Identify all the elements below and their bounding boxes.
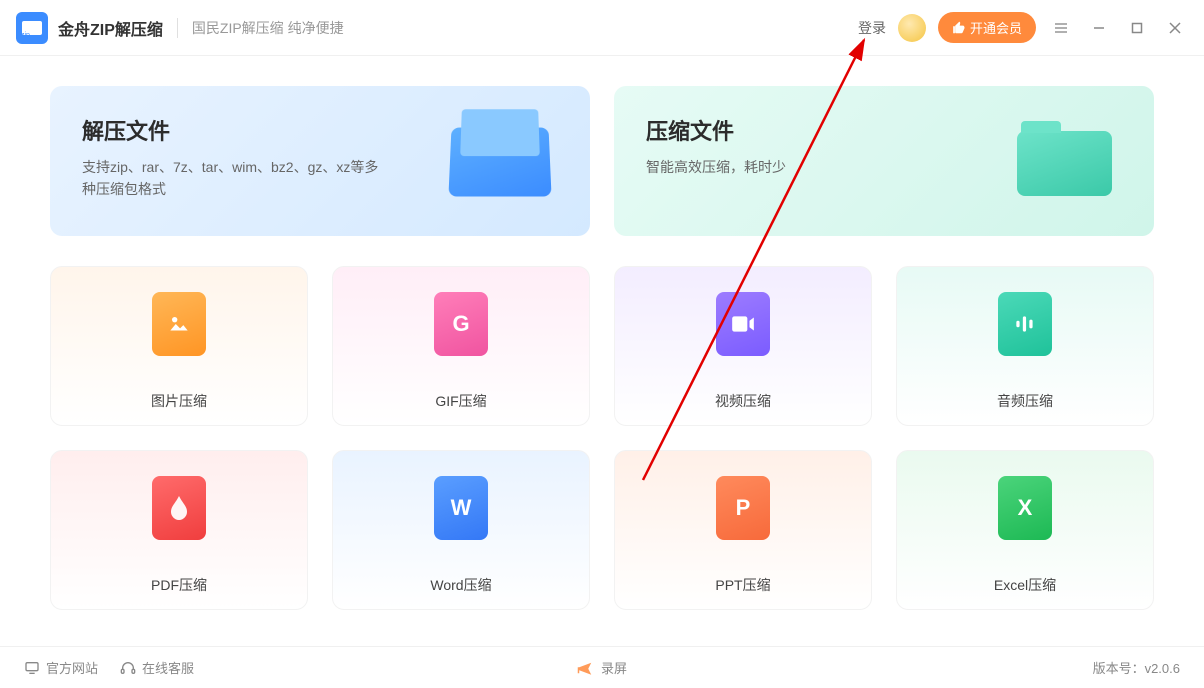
minimize-icon[interactable] (1086, 15, 1112, 41)
version-text: 版本号：v2.0.6 (1093, 658, 1180, 677)
vip-button[interactable]: 开通会员 (938, 12, 1036, 43)
record-link[interactable]: 录屏 (577, 658, 627, 677)
menu-icon[interactable] (1048, 15, 1074, 41)
compress-desc: 智能高效压缩，耗时少 (646, 156, 946, 178)
gif-file-icon: G (434, 292, 488, 356)
excel-compress-label: Excel压缩 (994, 563, 1056, 607)
thumbs-up-icon (952, 21, 966, 35)
compress-card[interactable]: 压缩文件 智能高效压缩，耗时少 (614, 86, 1154, 236)
app-logo-icon (16, 12, 48, 44)
website-label: 官方网站 (46, 658, 98, 677)
app-subtitle: 国民ZIP解压缩 纯净便捷 (177, 18, 344, 38)
monitor-icon (24, 660, 40, 676)
pdf-file-icon (152, 476, 206, 540)
headset-icon (120, 660, 136, 676)
main-content: 解压文件 支持zip、rar、7z、tar、wim、bz2、gz、xz等多种压缩… (0, 56, 1204, 610)
word-file-icon: W (434, 476, 488, 540)
ppt-file-icon: P (716, 476, 770, 540)
archive-box-icon (440, 106, 560, 216)
audio-compress-card[interactable]: 音频压缩 (896, 266, 1154, 426)
gif-compress-label: GIF压缩 (435, 379, 486, 423)
pdf-compress-label: PDF压缩 (151, 563, 207, 607)
gif-compress-card[interactable]: G GIF压缩 (332, 266, 590, 426)
login-link[interactable]: 登录 (858, 18, 886, 38)
vip-label: 开通会员 (970, 18, 1022, 37)
record-icon (577, 659, 595, 677)
pdf-compress-card[interactable]: PDF压缩 (50, 450, 308, 610)
ppt-compress-label: PPT压缩 (715, 563, 770, 607)
ppt-compress-card[interactable]: P PPT压缩 (614, 450, 872, 610)
word-compress-label: Word压缩 (430, 563, 491, 607)
maximize-icon[interactable] (1124, 15, 1150, 41)
word-compress-card[interactable]: W Word压缩 (332, 450, 590, 610)
video-file-icon (716, 292, 770, 356)
folder-icon (1004, 106, 1124, 216)
image-compress-label: 图片压缩 (151, 379, 207, 423)
support-link[interactable]: 在线客服 (120, 658, 194, 677)
excel-compress-card[interactable]: X Excel压缩 (896, 450, 1154, 610)
avatar-icon[interactable] (898, 14, 926, 42)
audio-file-icon (998, 292, 1052, 356)
close-icon[interactable] (1162, 15, 1188, 41)
website-link[interactable]: 官方网站 (24, 658, 98, 677)
record-label: 录屏 (601, 658, 627, 677)
excel-file-icon: X (998, 476, 1052, 540)
app-title: 金舟ZIP解压缩 (58, 16, 163, 40)
image-compress-card[interactable]: 图片压缩 (50, 266, 308, 426)
audio-compress-label: 音频压缩 (997, 379, 1053, 423)
footer: 官方网站 在线客服 录屏 版本号：v2.0.6 (0, 646, 1204, 688)
decompress-desc: 支持zip、rar、7z、tar、wim、bz2、gz、xz等多种压缩包格式 (82, 156, 382, 201)
titlebar: 金舟ZIP解压缩 国民ZIP解压缩 纯净便捷 登录 开通会员 (0, 0, 1204, 56)
decompress-card[interactable]: 解压文件 支持zip、rar、7z、tar、wim、bz2、gz、xz等多种压缩… (50, 86, 590, 236)
video-compress-card[interactable]: 视频压缩 (614, 266, 872, 426)
support-label: 在线客服 (142, 658, 194, 677)
image-file-icon (152, 292, 206, 356)
video-compress-label: 视频压缩 (715, 379, 771, 423)
